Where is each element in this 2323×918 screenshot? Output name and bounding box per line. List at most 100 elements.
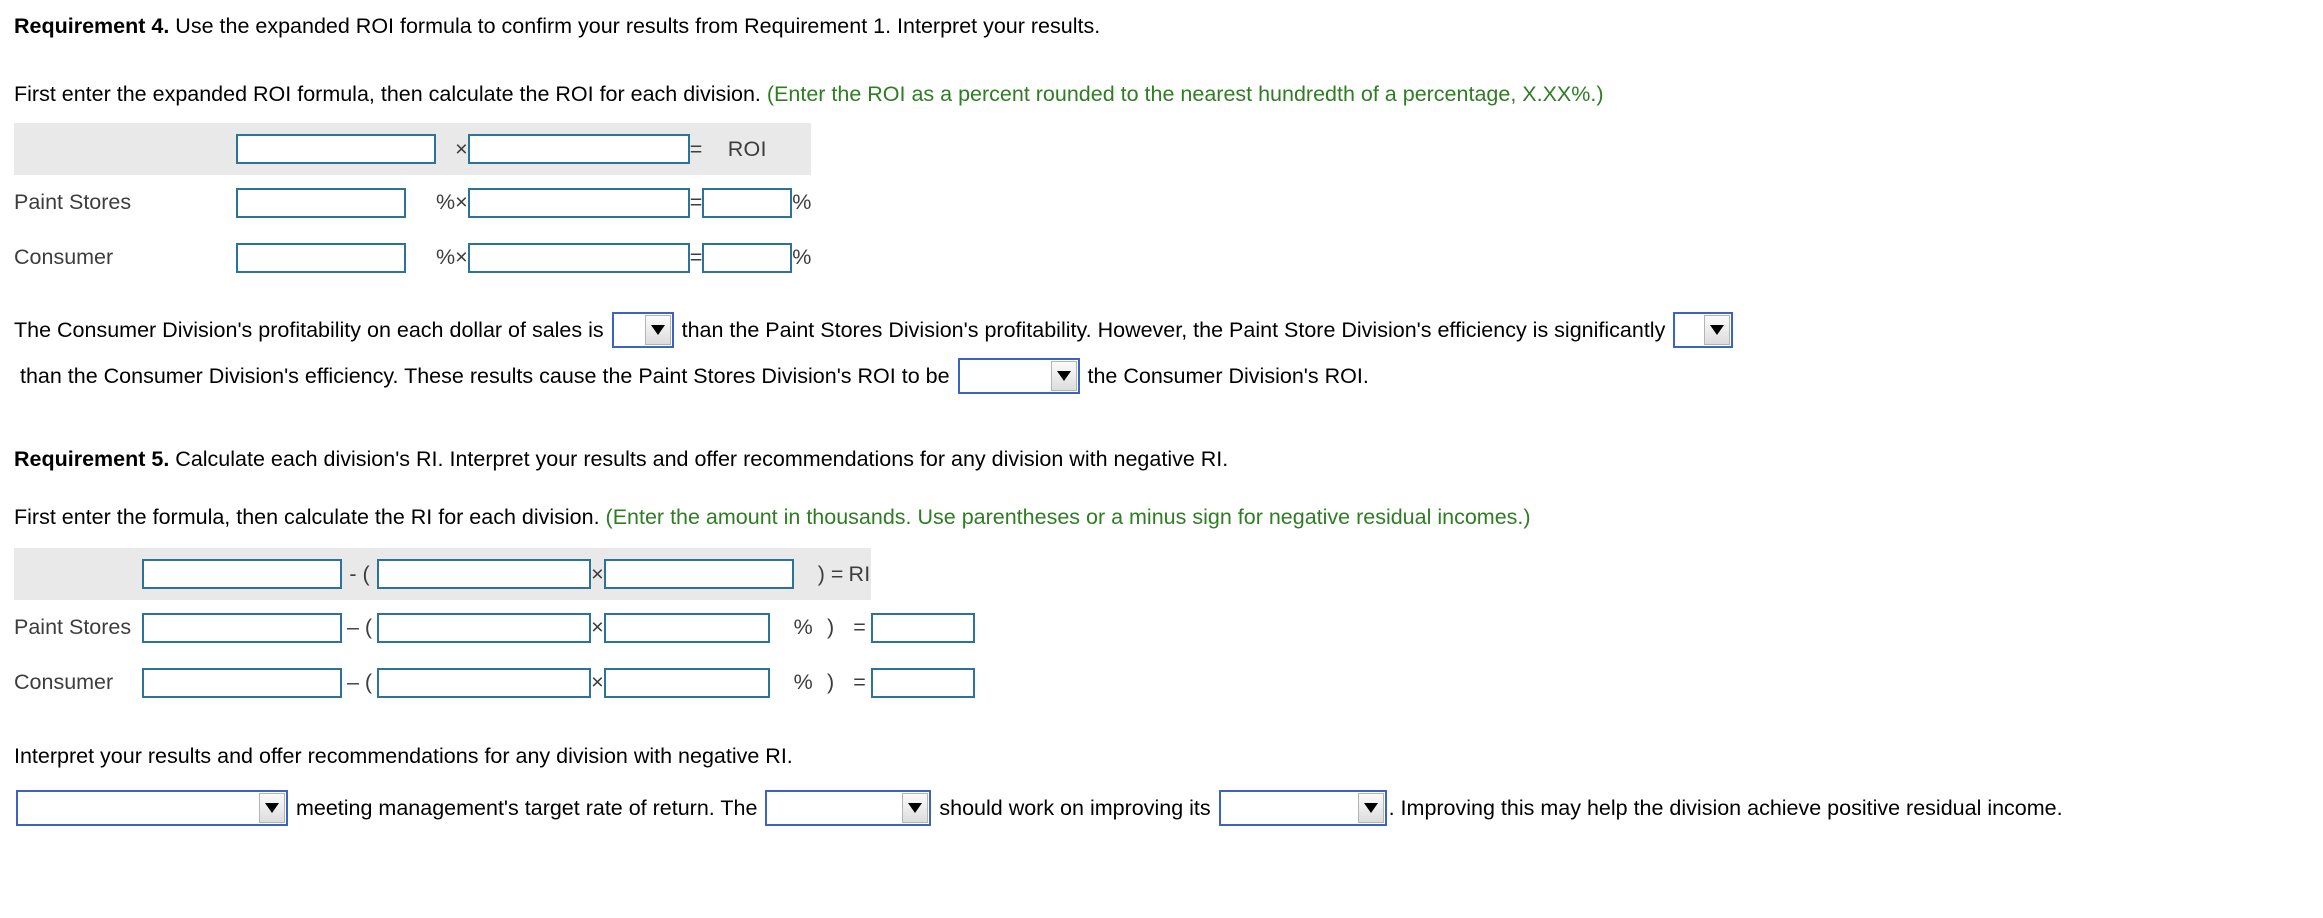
interp1-dropdown-profitability[interactable] (611, 312, 674, 348)
requirement-4-heading: Requirement 4. Use the expanded ROI form… (0, 10, 1114, 43)
interp2-segment-2: should work on improving its (933, 795, 1217, 820)
ri-header-term3-input[interactable] (603, 559, 794, 589)
roi-row-1-result-input[interactable] (702, 242, 793, 273)
requirement-4-heading-text: Use the expanded ROI formula to confirm … (169, 14, 1101, 38)
table-row: Consumer – ( × % ) = (14, 655, 975, 710)
interp1-dropdown-roi-comparison[interactable] (957, 358, 1080, 394)
ri-row-1-term1-cell (142, 655, 342, 710)
chevron-down-icon[interactable] (1050, 361, 1077, 391)
requirement-5-instruction-block: First enter the formula, then calculate … (0, 501, 1545, 534)
chevron-down-icon[interactable] (1357, 793, 1384, 823)
roi-header-result-suffix (792, 123, 812, 175)
requirement-4-instruction-text: First enter the expanded ROI formula, th… (14, 82, 767, 106)
ri-row-1-equals-operator: = (848, 655, 871, 710)
requirement-5-heading: Requirement 5. Calculate each division's… (0, 443, 1242, 476)
ri-row-0-multiply-operator: × (591, 600, 604, 655)
roi-row-0-factor2-cell (467, 175, 690, 230)
roi-table: × = ROI Paint Stores % × = % Consumer % (14, 123, 812, 285)
requirement-5-heading-block: Requirement 5. Calculate each division's… (0, 443, 1242, 476)
interp2-dropdown-division-name[interactable] (765, 790, 932, 826)
roi-row-0-label: Paint Stores (14, 175, 236, 230)
roi-row-0-factor2-input[interactable] (467, 187, 690, 218)
requirement-5-interpretation-block: meeting management's target rate of retu… (0, 790, 2323, 826)
ri-header-label (14, 548, 142, 600)
roi-table-header-row: × = ROI (14, 123, 812, 175)
roi-row-0-result-input[interactable] (702, 187, 793, 218)
roi-row-0-factor1-suffix: % (436, 175, 456, 230)
requirement-4-instruction-block: First enter the expanded ROI formula, th… (0, 78, 1618, 111)
ri-header-term1-cell (142, 548, 342, 600)
roi-row-0-equals-operator: = (689, 175, 703, 230)
ri-row-0-term2-cell (377, 600, 592, 655)
roi-row-1-label: Consumer (14, 230, 236, 285)
ri-row-0-term1-cell (142, 600, 342, 655)
ri-row-1-term2-input[interactable] (377, 667, 592, 698)
requirement-5-instruction-text: First enter the formula, then calculate … (14, 505, 606, 529)
ri-row-1-term1-input[interactable] (142, 667, 342, 698)
ri-header-close-equals-operator: ) = (812, 548, 849, 600)
ri-row-1-term3-input[interactable] (603, 667, 770, 698)
ri-row-0-label: Paint Stores (14, 600, 142, 655)
requirement-5-interpretation-prompt-block: Interpret your results and offer recomme… (0, 740, 807, 773)
roi-header-result-label: ROI (702, 123, 793, 175)
ri-row-1-term2-cell (377, 655, 592, 710)
ri-row-1-result-cell (870, 655, 975, 710)
interp2-dropdown-improvement-area[interactable] (1218, 790, 1387, 826)
ri-header-multiply-operator: × (591, 548, 604, 600)
ri-header-minus-paren-operator: - ( (342, 548, 378, 600)
interp1-dropdown-efficiency[interactable] (1673, 312, 1734, 348)
requirement-5-heading-text: Calculate each division's RI. Interpret … (169, 447, 1229, 471)
ri-row-0-close-paren: ) (812, 600, 849, 655)
ri-row-0-minus-paren-operator: – ( (342, 600, 378, 655)
table-row: Paint Stores % × = % (14, 175, 812, 230)
requirement-5-instruction-hint: (Enter the amount in thousands. Use pare… (605, 505, 1531, 529)
ri-table-header-row: - ( × ) = RI (14, 548, 975, 600)
chevron-down-icon[interactable] (644, 315, 671, 345)
interp1-segment-4: the Consumer Division's ROI. (1081, 363, 1369, 388)
ri-row-0-term3-input[interactable] (603, 612, 770, 643)
chevron-down-icon[interactable] (902, 793, 929, 823)
requirement-4-instruction-hint: (Enter the ROI as a percent rounded to t… (766, 82, 1604, 106)
ri-row-1-label: Consumer (14, 655, 142, 710)
ri-header-term1-input[interactable] (142, 559, 342, 589)
requirement-5-instruction: First enter the formula, then calculate … (0, 501, 1545, 534)
ri-row-0-result-cell (870, 600, 975, 655)
roi-row-0-factor1-cell (236, 175, 436, 230)
ri-row-0-term2-input[interactable] (377, 612, 592, 643)
requirement-4-interpretation-block: The Consumer Division's profitability on… (0, 312, 2323, 394)
table-row: Paint Stores – ( × % ) = (14, 600, 975, 655)
roi-row-1-result-cell (702, 230, 793, 285)
roi-header-factor1-suffix (436, 123, 456, 175)
ri-row-1-term3-suffix: % (793, 655, 813, 710)
roi-table-wrapper: × = ROI Paint Stores % × = % Consumer % (14, 123, 812, 285)
roi-row-1-factor1-suffix: % (436, 230, 456, 285)
ri-header-term2-cell (377, 548, 592, 600)
roi-row-0-multiply-operator: × (455, 175, 468, 230)
roi-row-0-factor1-input[interactable] (236, 187, 406, 218)
roi-header-factor2-input[interactable] (467, 134, 690, 164)
ri-row-1-term3-cell (603, 655, 794, 710)
roi-row-1-factor2-input[interactable] (467, 242, 690, 273)
roi-header-factor1-input[interactable] (236, 134, 436, 164)
ri-table: - ( × ) = RI Paint Stores – ( × % ) = Co… (14, 548, 975, 710)
ri-row-1-close-paren: ) (812, 655, 849, 710)
ri-row-0-result-input[interactable] (870, 612, 975, 643)
chevron-down-icon[interactable] (1704, 315, 1731, 345)
roi-header-multiply-operator: × (455, 123, 468, 175)
roi-header-equals-operator: = (689, 123, 703, 175)
ri-row-1-multiply-operator: × (591, 655, 604, 710)
roi-row-1-factor1-cell (236, 230, 436, 285)
ri-row-1-minus-paren-operator: – ( (342, 655, 378, 710)
interp1-segment-2: than the Paint Stores Division's profita… (675, 317, 1672, 342)
roi-header-label (14, 123, 236, 175)
ri-row-0-term1-input[interactable] (142, 612, 342, 643)
chevron-down-icon[interactable] (259, 793, 285, 823)
interp1-segment-3: than the Consumer Division's efficiency.… (14, 363, 956, 388)
ri-header-term2-input[interactable] (377, 559, 592, 589)
interp2-dropdown-division-status[interactable] (16, 790, 288, 826)
interp1-segment-1: The Consumer Division's profitability on… (14, 317, 610, 342)
ri-row-1-result-input[interactable] (870, 667, 975, 698)
requirement-4-instruction: First enter the expanded ROI formula, th… (0, 78, 1618, 111)
ri-table-wrapper: - ( × ) = RI Paint Stores – ( × % ) = Co… (14, 548, 975, 710)
roi-row-1-factor1-input[interactable] (236, 242, 406, 273)
